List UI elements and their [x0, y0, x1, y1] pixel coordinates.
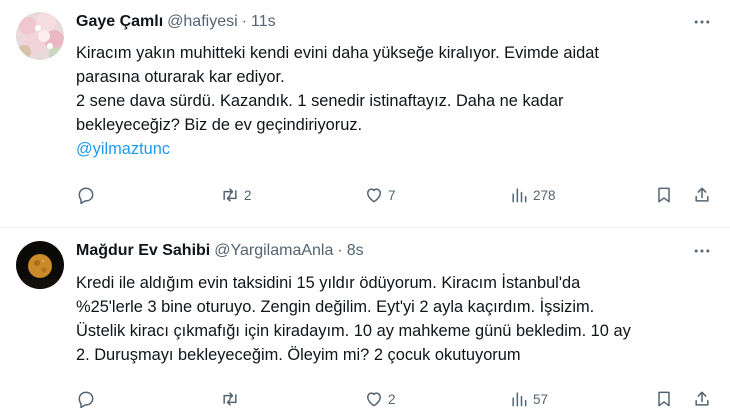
author-handle[interactable]: @YargilamaAnla	[214, 240, 333, 262]
avatar[interactable]	[16, 12, 64, 60]
tweet[interactable]: Gaye Çamlı @hafiyesi · 11s Kiracım yakın…	[0, 0, 730, 228]
like-count: 7	[388, 187, 396, 203]
mention-link[interactable]: @yilmaztunc	[76, 137, 716, 161]
view-count: 57	[533, 391, 549, 407]
view-count: 278	[533, 187, 556, 203]
separator-dot: ·	[337, 242, 343, 259]
views-button[interactable]: 57	[509, 387, 548, 411]
share-icon	[695, 391, 709, 406]
author-name[interactable]: Gaye Çamlı	[76, 11, 163, 33]
retweet-button[interactable]: 2	[220, 183, 252, 207]
moon-night-avatar-icon	[16, 241, 64, 289]
tweet-text-line: Kiracım yakın muhitteki kendi evini daha…	[76, 44, 599, 62]
separator-dot: ·	[241, 13, 247, 30]
timestamp[interactable]: 8s	[347, 240, 364, 262]
more-options-button[interactable]	[690, 11, 714, 33]
retweet-count: 2	[244, 187, 252, 203]
tweet-text-line: parasına oturarak kar ediyor.	[76, 68, 285, 86]
tweet-text-line: Üstelik kiracı çıkmafığı için kiradayım.…	[76, 322, 631, 340]
tweet-text-line: 2 sene dava sürdü. Kazandık. 1 senedir i…	[76, 92, 564, 110]
reply-icon	[78, 391, 94, 409]
ellipsis-icon	[694, 249, 710, 253]
share-button[interactable]	[692, 387, 712, 411]
author-name[interactable]: Mağdur Ev Sahibi	[76, 240, 210, 262]
tweet-text: Kiracım yakın muhitteki kendi evini daha…	[76, 41, 716, 161]
views-chart-icon	[512, 188, 527, 203]
retweet-icon	[223, 392, 237, 406]
tweet-actions: 2 7 278	[76, 183, 716, 207]
like-count: 2	[388, 391, 396, 407]
tweet-text-line: bekleyeceğiz? Biz de ev geçindiriyoruz.	[76, 116, 363, 134]
tweet-header: Gaye Çamlı @hafiyesi · 11s	[76, 11, 276, 33]
ellipsis-icon	[694, 20, 710, 24]
retweet-icon	[223, 188, 237, 202]
author-handle[interactable]: @hafiyesi	[167, 11, 238, 33]
avatar[interactable]	[16, 241, 64, 289]
views-button[interactable]: 278	[509, 183, 556, 207]
heart-icon	[367, 392, 381, 407]
tweet-text: Kredi ile aldığım evin taksidini 15 yıld…	[76, 271, 716, 367]
bookmark-button[interactable]	[654, 183, 674, 207]
share-button[interactable]	[692, 183, 712, 207]
timestamp[interactable]: 11s	[251, 11, 276, 33]
retweet-button[interactable]	[220, 387, 244, 411]
like-button[interactable]: 7	[364, 183, 396, 207]
views-chart-icon	[512, 392, 527, 407]
reply-button[interactable]	[76, 387, 96, 411]
tweet-text-line: %25'lerle 3 bine oturuyo. Zengin değilim…	[76, 298, 595, 316]
bookmark-button[interactable]	[654, 387, 674, 411]
bookmark-icon	[658, 187, 670, 203]
tweet-header: Mağdur Ev Sahibi @YargilamaAnla · 8s	[76, 240, 364, 262]
reply-icon	[78, 187, 94, 205]
tweet-text-line: 2. Duruşmayı bekleyeceğim. Öleyim mi? 2 …	[76, 346, 521, 364]
tweet[interactable]: Mağdur Ev Sahibi @YargilamaAnla · 8s Kre…	[0, 228, 730, 420]
bookmark-icon	[658, 391, 670, 407]
pink-blossom-avatar-icon	[16, 12, 64, 60]
reply-button[interactable]	[76, 183, 96, 207]
more-options-button[interactable]	[690, 240, 714, 262]
share-icon	[695, 187, 709, 202]
tweet-actions: 2 57	[76, 387, 716, 411]
like-button[interactable]: 2	[364, 387, 396, 411]
tweet-text-line: Kredi ile aldığım evin taksidini 15 yıld…	[76, 274, 581, 292]
heart-icon	[367, 188, 381, 203]
